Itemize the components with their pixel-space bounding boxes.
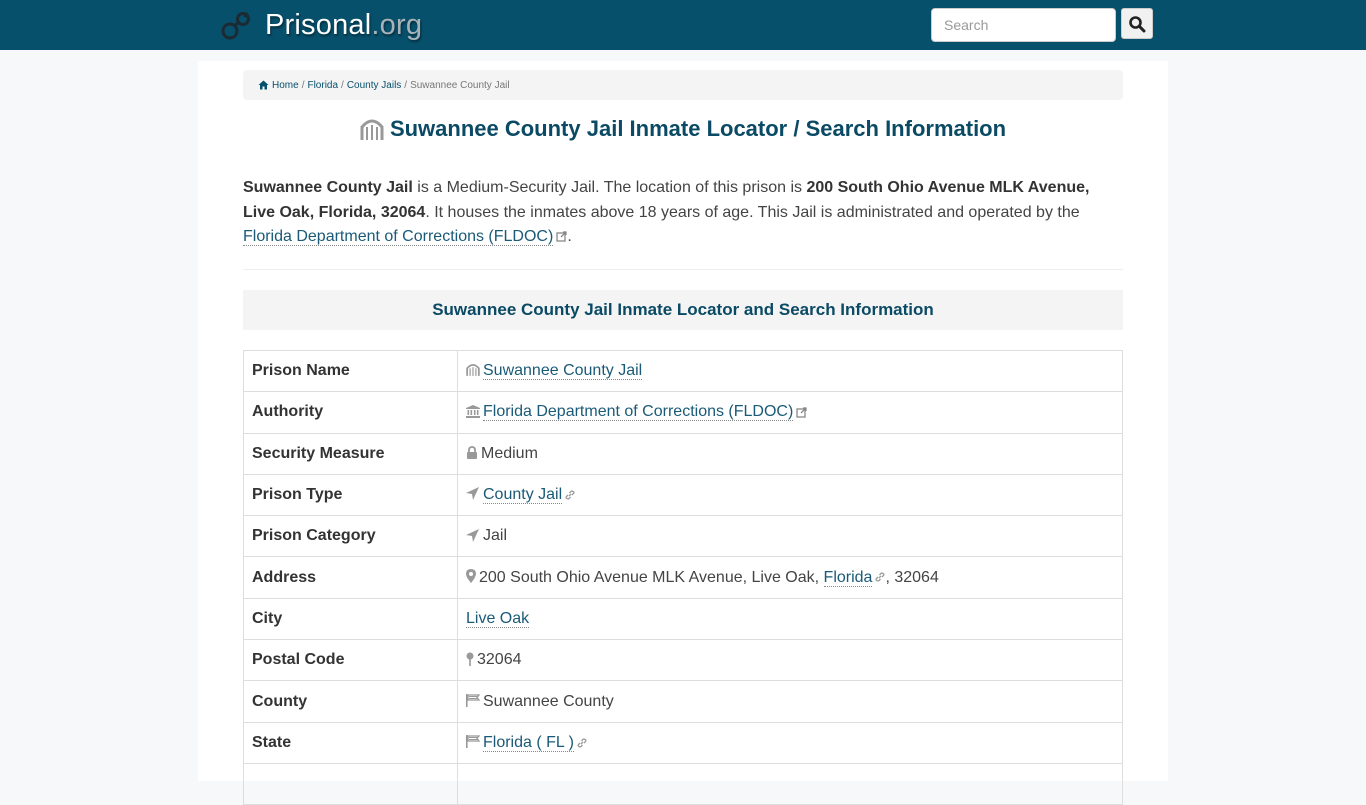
postal-code-value: 32064 — [477, 651, 522, 669]
breadcrumb-separator: / — [404, 79, 408, 91]
row-value: County Jail — [457, 473, 1123, 517]
lock-icon — [466, 446, 478, 459]
intro-text: is a Medium-Security Jail. The location … — [412, 179, 807, 196]
table-row: Authority Florida Department of Correcti… — [243, 391, 1123, 434]
row-key: Prison Name — [243, 349, 458, 393]
row-key: Prison Category — [243, 515, 458, 558]
breadcrumb: Home / Florida / County Jails / Suwannee… — [243, 70, 1123, 100]
brand-name: Prisonal.org — [265, 8, 423, 41]
row-key: City — [243, 597, 458, 641]
row-key: Security Measure — [243, 432, 458, 475]
flag-icon — [466, 735, 480, 749]
info-table: Prison Name Suwannee County Jail Authori… — [243, 349, 1123, 805]
row-value: Florida Department of Corrections (FLDOC… — [457, 391, 1123, 434]
prison-name-link[interactable]: Suwannee County Jail — [483, 362, 643, 381]
row-value: Florida ( FL ) — [457, 721, 1123, 764]
row-value: Suwannee County — [457, 680, 1123, 723]
breadcrumb-home[interactable]: Home — [272, 80, 299, 91]
table-row: Postal Code 32064 — [243, 639, 1123, 682]
page-title-text: Suwannee County Jail Inmate Locator / Se… — [389, 116, 1007, 141]
location-arrow-icon — [466, 487, 480, 501]
intro-text: . It houses the inmates above 18 years o… — [425, 203, 1080, 221]
row-value — [457, 762, 1123, 805]
map-marker-icon — [466, 569, 476, 584]
breadcrumb-county-jails[interactable]: County Jails — [347, 80, 401, 91]
breadcrumb-separator: / — [341, 79, 344, 91]
table-row — [243, 762, 1123, 805]
breadcrumb-florida[interactable]: Florida — [307, 80, 338, 91]
chain-link-icon — [875, 572, 885, 582]
address-street: 200 South Ohio Avenue MLK Avenue, Live O… — [479, 568, 824, 586]
intro-prison-name: Suwannee County Jail — [243, 179, 413, 196]
content-container: Home / Florida / County Jails / Suwannee… — [198, 61, 1168, 805]
row-key — [243, 762, 458, 805]
table-row: State Florida ( FL ) — [243, 721, 1123, 764]
chain-link-icon — [577, 738, 587, 748]
row-key: Authority — [243, 391, 458, 434]
handcuffs-icon — [221, 12, 250, 40]
row-key: Prison Type — [243, 473, 458, 517]
navbar: Prisonal.org — [0, 0, 1366, 50]
external-link-icon — [556, 231, 567, 242]
row-key: Address — [243, 556, 458, 599]
brand-tld: .org — [371, 8, 423, 41]
external-link-icon — [796, 407, 807, 418]
row-value: 200 South Ohio Avenue MLK Avenue, Live O… — [457, 556, 1123, 599]
table-row: City Live Oak — [243, 597, 1123, 641]
row-value: 32064 — [457, 639, 1123, 682]
map-pin-icon — [466, 652, 474, 666]
row-value: Suwannee County Jail — [457, 349, 1123, 393]
table-row: County Suwannee County — [243, 680, 1123, 723]
section-heading: Suwannee County Jail Inmate Locator and … — [243, 290, 1123, 330]
search-button[interactable] — [1121, 8, 1153, 39]
city-link[interactable]: Live Oak — [466, 609, 530, 628]
location-arrow-icon — [466, 528, 480, 542]
security-measure-value: Medium — [481, 444, 538, 462]
table-row: Prison Type County Jail — [243, 473, 1123, 517]
table-row: Prison Name Suwannee County Jail — [243, 349, 1123, 393]
row-value: Jail — [457, 515, 1123, 558]
home-icon — [258, 80, 269, 90]
row-key: County — [243, 680, 458, 723]
row-key: Postal Code — [243, 639, 458, 682]
divider — [243, 269, 1123, 270]
address-state-link[interactable]: Florida — [823, 568, 873, 587]
row-value: Medium — [457, 432, 1123, 475]
state-link[interactable]: Florida ( FL ) — [483, 733, 574, 752]
county-value: Suwannee County — [483, 692, 614, 710]
flag-icon — [466, 693, 480, 707]
breadcrumb-separator: / — [301, 79, 305, 91]
address-zip: , 32064 — [885, 568, 939, 586]
row-key: State — [243, 721, 458, 764]
table-row: Address 200 South Ohio Avenue MLK Avenue… — [243, 556, 1123, 599]
search-input[interactable] — [931, 8, 1116, 42]
breadcrumb-current: Suwannee County Jail — [410, 79, 510, 91]
jail-gate-icon — [360, 118, 384, 140]
page-title: Suwannee County Jail Inmate Locator / Se… — [243, 116, 1123, 142]
authority-link[interactable]: Florida Department of Corrections (FLDOC… — [483, 403, 794, 422]
table-row: Security Measure Medium — [243, 432, 1123, 475]
row-value: Live Oak — [457, 597, 1123, 641]
prison-type-link[interactable]: County Jail — [483, 486, 563, 505]
intro-text: . — [567, 228, 572, 245]
brand-logo-link[interactable]: Prisonal.org — [221, 6, 422, 44]
institution-icon — [466, 404, 480, 418]
prison-category-value: Jail — [483, 527, 508, 545]
chain-link-icon — [565, 490, 575, 500]
authority-link[interactable]: Florida Department of Corrections (FLDOC… — [243, 228, 554, 246]
jail-gate-icon — [466, 363, 480, 377]
intro-paragraph: Suwannee County Jail is a Medium-Securit… — [243, 176, 1125, 250]
search-icon — [1129, 15, 1146, 32]
table-row: Prison Category Jail — [243, 515, 1123, 558]
